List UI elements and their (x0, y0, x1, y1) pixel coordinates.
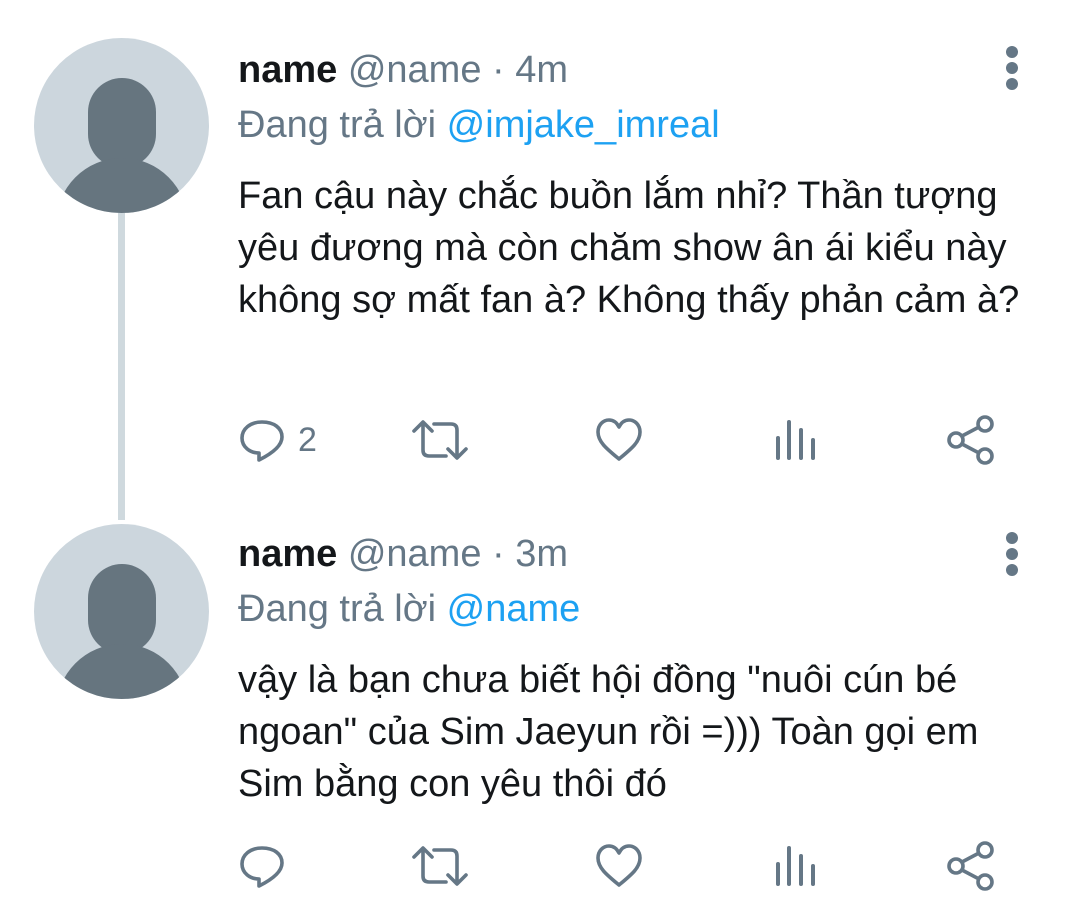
reply-button[interactable]: 2 (238, 412, 317, 468)
analytics-icon (776, 846, 815, 886)
share-icon (947, 415, 994, 465)
reply-count: 2 (298, 420, 317, 459)
share-button[interactable] (945, 838, 997, 894)
tweet-content: name @name · 3m Đang trả lời @name vậy l… (238, 532, 1050, 810)
replying-to-label: Đang trả lời (238, 104, 437, 146)
tweet-header: name @name · 3m (238, 532, 1050, 576)
replying-to: Đang trả lời @imjake_imreal (238, 102, 1050, 148)
separator-dot: · (492, 49, 505, 91)
avatar[interactable] (34, 524, 209, 699)
retweet-icon (412, 420, 468, 460)
tweet-content: name @name · 4m Đang trả lời @imjake_imr… (238, 48, 1050, 326)
display-name[interactable]: name (238, 49, 337, 91)
timestamp[interactable]: 4m (515, 49, 568, 91)
like-button[interactable] (594, 412, 644, 468)
retweet-button[interactable] (410, 412, 470, 468)
tweet[interactable]: name @name · 4m Đang trả lời @imjake_imr… (0, 0, 1080, 490)
avatar-head-shape (88, 564, 156, 654)
replying-to-label: Đang trả lời (238, 588, 437, 630)
tweet-text: vậy là bạn chưa biết hội đồng "nuôi cún … (238, 659, 979, 805)
reply-icon (240, 846, 284, 888)
display-name[interactable]: name (238, 533, 337, 575)
avatar-body-shape (56, 644, 188, 699)
tweet-actions: 2 (238, 412, 1008, 468)
heart-icon (596, 418, 642, 461)
like-button[interactable] (594, 838, 644, 894)
analytics-button[interactable] (773, 412, 819, 468)
user-handle[interactable]: @name (348, 49, 482, 91)
replying-to: Đang trả lời @name (238, 586, 1050, 632)
tweet-text: Fan cậu này chắc buồn lắm nhỉ? Thần tượn… (238, 175, 1020, 321)
avatar[interactable] (34, 38, 209, 213)
share-button[interactable] (945, 412, 997, 468)
reply-button[interactable] (238, 838, 298, 894)
analytics-icon (776, 420, 815, 460)
replying-to-mention[interactable]: @name (447, 588, 581, 630)
separator-dot: · (492, 533, 505, 575)
heart-icon (596, 844, 642, 887)
analytics-button[interactable] (773, 838, 819, 894)
tweet-actions (238, 838, 1008, 894)
timestamp[interactable]: 3m (515, 533, 568, 575)
share-icon (947, 841, 994, 891)
reply-icon (240, 420, 284, 462)
replying-to-mention[interactable]: @imjake_imreal (447, 104, 720, 146)
avatar-head-shape (88, 78, 156, 168)
tweet[interactable]: name @name · 3m Đang trả lời @name vậy l… (0, 490, 1080, 915)
avatar-body-shape (56, 158, 188, 213)
retweet-icon (412, 846, 468, 886)
retweet-button[interactable] (410, 838, 470, 894)
user-handle[interactable]: @name (348, 533, 482, 575)
tweet-header: name @name · 4m (238, 48, 1050, 92)
